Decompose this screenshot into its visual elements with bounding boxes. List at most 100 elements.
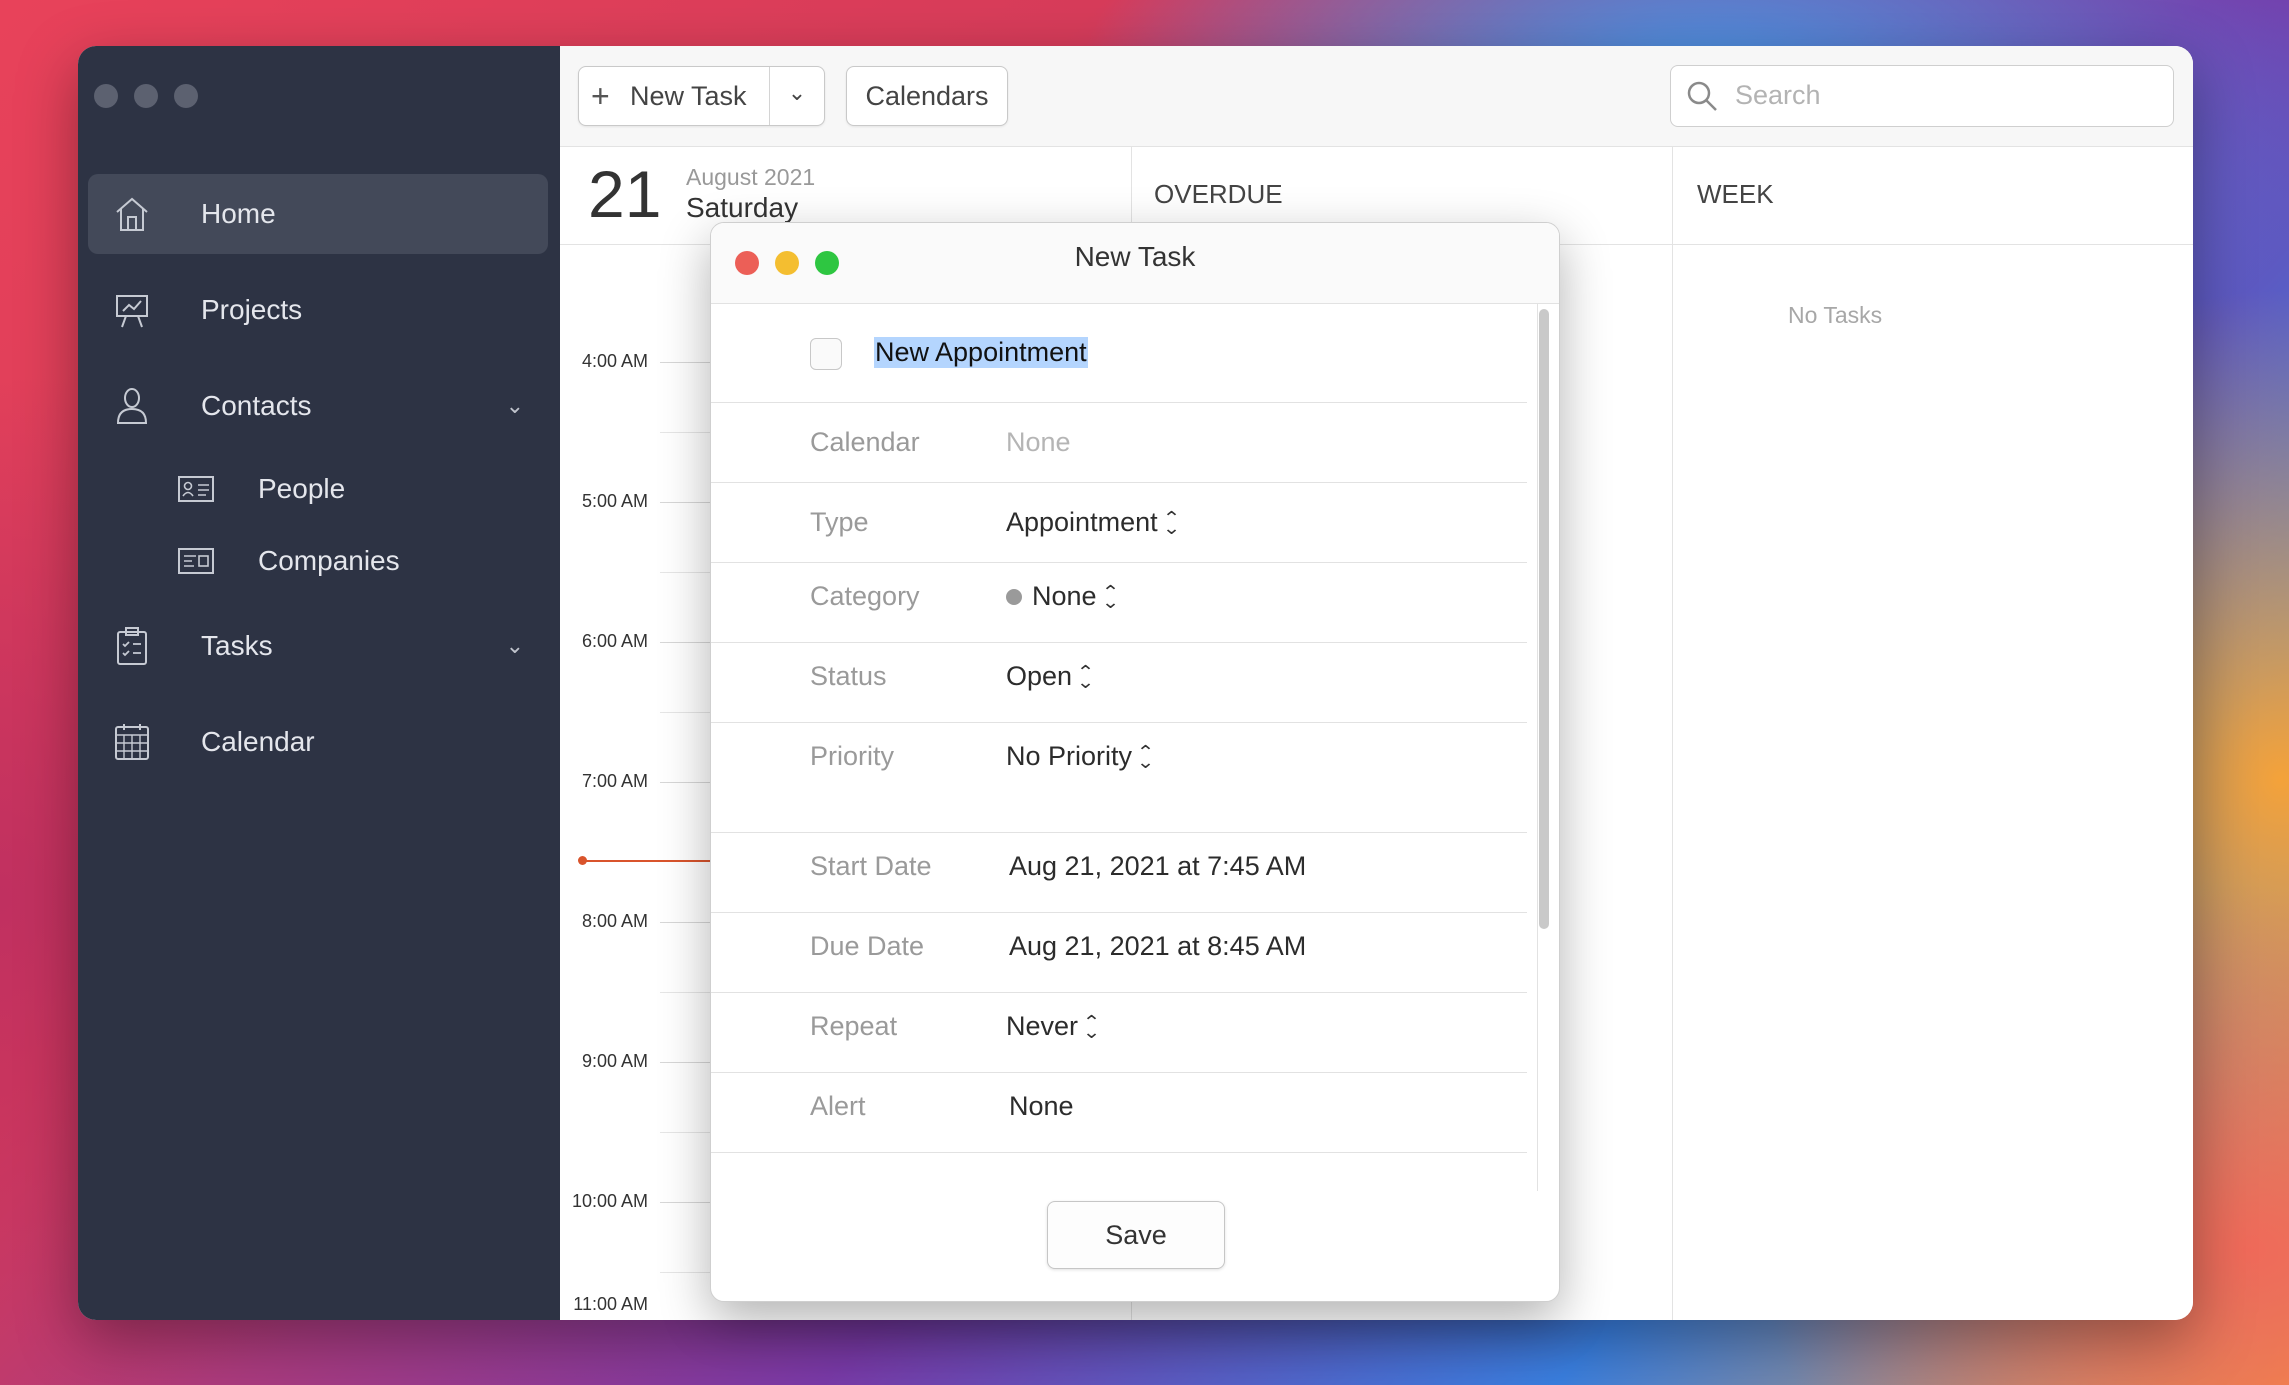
hour-label: 8:00 AM — [581, 911, 648, 931]
hour-line — [660, 1202, 710, 1203]
sidebar-item-label: Calendar — [201, 726, 315, 757]
status-row: Status Open ⌃ ⌄ — [711, 643, 1527, 723]
hour-line — [660, 1062, 710, 1063]
category-row: Category None ⌃ ⌄ — [711, 563, 1527, 643]
hour-line — [660, 922, 710, 923]
search-placeholder: Search — [1735, 80, 1821, 110]
dialog-scrollbar[interactable] — [1539, 309, 1549, 929]
chevron-down-icon[interactable]: ⌄ — [770, 67, 824, 125]
dialog-title: New Task — [1074, 241, 1196, 272]
due-date-value[interactable]: Aug 21, 2021 at 8:45 AM — [1009, 931, 1306, 962]
chevron-down-icon[interactable]: ⌄ — [506, 393, 524, 419]
sidebar-item-projects[interactable]: Projects — [88, 270, 548, 350]
home-icon — [116, 197, 148, 231]
type-popup[interactable]: Appointment ⌃ ⌄ — [1006, 507, 1181, 538]
due-date-label: Due Date — [810, 931, 925, 961]
calendar-value[interactable]: None — [1006, 427, 1071, 458]
toolbar: + New Task ⌄ Calendars Search — [560, 46, 2193, 147]
hour-line — [660, 362, 710, 363]
up-down-arrows-icon: ⌃ ⌄ — [1076, 661, 1095, 692]
hour-label: 4:00 AM — [581, 351, 648, 371]
hour-label: 10:00 AM — [571, 1191, 648, 1211]
calendar-row[interactable]: Calendar None — [711, 403, 1527, 483]
status-label: Status — [810, 661, 887, 691]
half-hour-line — [660, 1132, 710, 1133]
sidebar-subitem-label: Companies — [258, 545, 400, 576]
overdue-title: OVERDUE — [1154, 179, 1283, 209]
plus-icon: + — [591, 78, 610, 114]
up-down-arrows-icon: ⌃ ⌄ — [1082, 1011, 1101, 1042]
no-tasks-label: No Tasks — [1788, 302, 1883, 328]
alert-value[interactable]: None — [1009, 1091, 1074, 1122]
calendar-label: Calendar — [810, 427, 920, 457]
task-complete-checkbox[interactable] — [810, 338, 842, 370]
sidebar: Home Projects Contacts ⌄ People Companie… — [78, 46, 560, 1320]
hour-label: 6:00 AM — [581, 631, 648, 651]
priority-popup[interactable]: No Priority ⌃ ⌄ — [1006, 741, 1155, 772]
sidebar-item-label: Projects — [201, 294, 303, 325]
save-label: Save — [1105, 1219, 1167, 1250]
alert-label: Alert — [810, 1091, 866, 1121]
calendars-button[interactable]: Calendars — [846, 66, 1008, 126]
due-date-row: Due Date Aug 21, 2021 at 8:45 AM — [711, 913, 1527, 993]
half-hour-line — [660, 712, 710, 713]
dialog-titlebar: New Task — [711, 223, 1559, 304]
hour-line — [660, 502, 710, 503]
alert-row: Alert None — [711, 1073, 1527, 1153]
status-value: Open — [1006, 661, 1073, 691]
start-date-value[interactable]: Aug 21, 2021 at 7:45 AM — [1009, 851, 1306, 882]
type-row: Type Appointment ⌃ ⌄ — [711, 483, 1527, 563]
half-hour-line — [660, 1272, 710, 1273]
category-value: None — [1032, 581, 1097, 611]
hour-label: 11:00 AM — [573, 1294, 648, 1314]
sidebar-item-label: Home — [201, 198, 276, 229]
new-task-button-group: + New Task ⌄ — [578, 66, 825, 126]
sidebar-subitem-label: People — [258, 473, 346, 504]
search-field[interactable]: Search — [1670, 65, 2174, 127]
hour-label: 7:00 AM — [581, 771, 648, 791]
close-button[interactable] — [94, 84, 118, 108]
task-name-input[interactable]: New Appointment — [874, 337, 1088, 368]
category-popup[interactable]: None ⌃ ⌄ — [1006, 581, 1120, 612]
repeat-value: Never — [1006, 1011, 1079, 1041]
sidebar-item-calendar[interactable]: Calendar — [88, 702, 548, 782]
week-header: WEEK — [1673, 146, 2193, 245]
id-card-icon — [178, 476, 214, 502]
weekday: Saturday — [686, 192, 799, 223]
up-down-arrows-icon: ⌃ ⌄ — [1162, 507, 1181, 538]
month-year: August 2021 — [686, 164, 816, 190]
type-value: Appointment — [1006, 507, 1158, 537]
current-time-line — [582, 860, 712, 862]
column-divider — [1672, 146, 1673, 1320]
up-down-arrows-icon: ⌃ ⌄ — [1101, 581, 1120, 612]
calendars-label: Calendars — [865, 80, 989, 111]
week-title: WEEK — [1697, 179, 1774, 209]
sidebar-item-home[interactable]: Home — [88, 174, 548, 254]
status-popup[interactable]: Open ⌃ ⌄ — [1006, 661, 1095, 692]
sidebar-item-tasks[interactable]: Tasks ⌄ — [88, 606, 548, 686]
hour-label: 5:00 AM — [581, 491, 648, 511]
priority-row: Priority No Priority ⌃ ⌄ — [711, 723, 1527, 833]
chevron-down-icon[interactable]: ⌄ — [506, 633, 524, 659]
zoom-button[interactable] — [174, 84, 198, 108]
hour-line — [660, 642, 710, 643]
save-button[interactable]: Save — [1047, 1201, 1225, 1269]
repeat-row: Repeat Never ⌃ ⌄ — [711, 993, 1527, 1073]
priority-label: Priority — [810, 741, 895, 771]
new-task-dialog: New Task New Appointment Calendar None T… — [710, 222, 1560, 1302]
window-controls — [94, 84, 198, 108]
search-icon — [1687, 81, 1717, 111]
sidebar-item-label: Tasks — [201, 630, 273, 661]
minimize-button[interactable] — [134, 84, 158, 108]
sidebar-item-contacts[interactable]: Contacts ⌄ — [88, 366, 548, 446]
sidebar-item-label: Contacts — [201, 390, 312, 421]
person-icon — [116, 388, 148, 424]
new-task-button[interactable]: + New Task — [579, 67, 769, 125]
business-card-icon — [178, 548, 214, 574]
repeat-popup[interactable]: Never ⌃ ⌄ — [1006, 1011, 1101, 1042]
calendar-grid-icon — [115, 724, 149, 760]
start-date-row: Start Date Aug 21, 2021 at 7:45 AM — [711, 833, 1527, 913]
half-hour-line — [660, 572, 710, 573]
presentation-icon — [116, 295, 148, 328]
day-number: 21 — [588, 157, 662, 231]
